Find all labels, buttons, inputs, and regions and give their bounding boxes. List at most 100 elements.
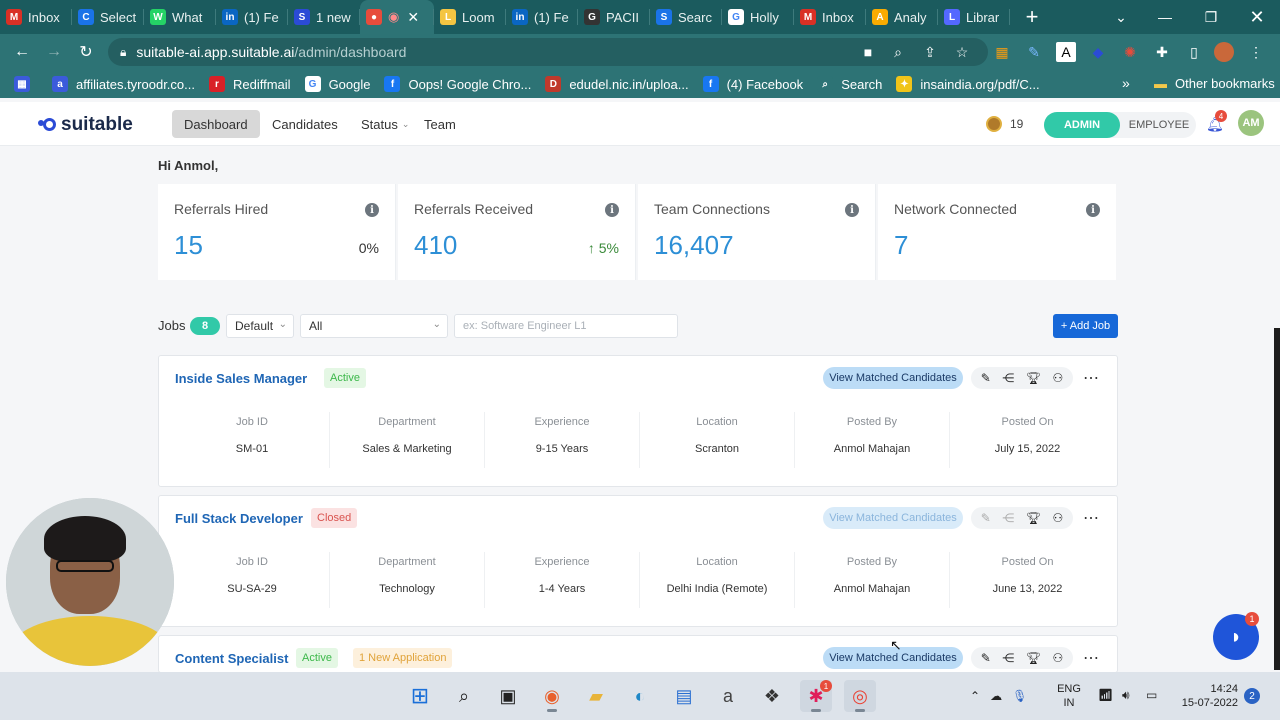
nav-status[interactable]: Status ⌄ bbox=[349, 110, 421, 138]
coins-balance[interactable]: 19 bbox=[986, 116, 1023, 132]
nav-dashboard[interactable]: Dashboard bbox=[172, 110, 260, 138]
apps-grid-icon[interactable]: ▦ bbox=[14, 76, 38, 92]
browser-tab[interactable]: G Holly bbox=[722, 0, 794, 34]
dropbox-icon[interactable]: ❖ bbox=[756, 680, 788, 712]
trophy-icon[interactable]: 🏆︎ bbox=[1026, 651, 1041, 665]
share-icon[interactable]: ⋲ bbox=[1002, 371, 1014, 385]
reload-icon[interactable]: ↻ bbox=[70, 36, 102, 68]
nav-candidates[interactable]: Candidates bbox=[260, 110, 350, 138]
refer-user-icon[interactable]: ⚇ bbox=[1052, 511, 1063, 525]
volume-icon[interactable]: 🔊︎ bbox=[1122, 688, 1130, 703]
firefox-icon[interactable]: ◉ bbox=[536, 680, 568, 712]
trophy-icon[interactable]: 🏆︎ bbox=[1026, 511, 1041, 525]
extension-s-icon[interactable]: ◆ bbox=[1088, 42, 1108, 62]
slack-icon[interactable]: ✱ 1 bbox=[800, 680, 832, 712]
clock[interactable]: 14:24 15-07-2022 bbox=[1174, 682, 1238, 710]
browser-tab[interactable]: A Analy bbox=[866, 0, 938, 34]
forward-icon[interactable]: → bbox=[38, 36, 70, 68]
more-options-icon[interactable]: ⋯ bbox=[1083, 508, 1100, 528]
edit-icon[interactable]: ✎ bbox=[981, 651, 991, 665]
sort-select[interactable]: Default ⌄ bbox=[226, 314, 294, 338]
info-icon[interactable]: i bbox=[605, 203, 619, 217]
chrome-icon[interactable]: ◎ bbox=[844, 680, 876, 712]
bookmark-item[interactable]: ✦ insaindia.org/pdf/C... bbox=[896, 76, 1040, 92]
edit-icon[interactable]: ✎ bbox=[981, 371, 991, 385]
bookmark-item[interactable]: G Google bbox=[304, 76, 370, 92]
nav-team[interactable]: Team bbox=[412, 110, 468, 138]
zoom-icon[interactable]: ⌕ bbox=[888, 42, 908, 62]
suitable-logo[interactable]: suitable bbox=[38, 114, 133, 136]
job-title-link[interactable]: Content Specialist bbox=[175, 651, 288, 666]
other-bookmarks[interactable]: ▬ Other bookmarks bbox=[1154, 76, 1275, 91]
bookmark-star-icon[interactable]: ☆ bbox=[952, 42, 972, 62]
back-icon[interactable]: ← bbox=[6, 36, 38, 68]
trophy-icon[interactable]: 🏆︎ bbox=[1026, 371, 1041, 385]
bookmark-item[interactable]: ⌕ Search bbox=[817, 76, 882, 92]
tab-search-icon[interactable]: ⌄ bbox=[1098, 0, 1144, 34]
view-matched-candidates-button[interactable]: View Matched Candidates bbox=[823, 367, 963, 389]
language-indicator[interactable]: ENG IN bbox=[1055, 682, 1083, 710]
bookmark-item[interactable]: f Oops! Google Chro... bbox=[384, 76, 531, 92]
extension-orange-icon[interactable]: ▦ bbox=[992, 42, 1012, 62]
browser-tab[interactable]: L Librar bbox=[938, 0, 1010, 34]
new-tab-button[interactable]: + bbox=[1020, 4, 1044, 30]
role-admin-button[interactable]: ADMIN bbox=[1044, 112, 1120, 138]
tray-chevron-icon[interactable]: ⌃ bbox=[970, 689, 980, 703]
browser-tab[interactable]: W What bbox=[144, 0, 216, 34]
store-icon[interactable]: ▤ bbox=[668, 680, 700, 712]
browser-tab[interactable]: L Loom bbox=[434, 0, 506, 34]
more-options-icon[interactable]: ⋯ bbox=[1083, 648, 1100, 668]
job-search-input[interactable] bbox=[454, 314, 678, 338]
camera-icon[interactable]: ■ bbox=[858, 42, 878, 62]
share-icon[interactable]: ⋲ bbox=[1002, 511, 1014, 525]
refer-user-icon[interactable]: ⚇ bbox=[1052, 371, 1063, 385]
browser-tab[interactable]: C Select bbox=[72, 0, 144, 34]
info-icon[interactable]: i bbox=[845, 203, 859, 217]
browser-tab[interactable]: G PACII bbox=[578, 0, 650, 34]
browser-tab[interactable]: ● ◉ ✕ bbox=[360, 0, 434, 34]
windows-start-icon[interactable]: ⊞ bbox=[404, 680, 436, 712]
info-icon[interactable]: i bbox=[1086, 203, 1100, 217]
wifi-icon[interactable]: 📶︎ bbox=[1098, 688, 1113, 702]
chrome-menu-icon[interactable]: ⋮ bbox=[1246, 42, 1266, 62]
browser-tab[interactable]: S 1 new bbox=[288, 0, 360, 34]
job-title-link[interactable]: Inside Sales Manager bbox=[175, 371, 307, 386]
role-employee-button[interactable]: EMPLOYEE bbox=[1124, 112, 1194, 138]
browser-tab[interactable]: in (1) Fe bbox=[216, 0, 288, 34]
refer-user-icon[interactable]: ⚇ bbox=[1052, 651, 1063, 665]
side-panel-icon[interactable]: ▯ bbox=[1184, 42, 1204, 62]
notification-count-badge[interactable]: 2 bbox=[1244, 688, 1260, 704]
file-explorer-icon[interactable]: ▰ bbox=[580, 680, 612, 712]
extension-record-icon[interactable]: ✺ bbox=[1120, 42, 1140, 62]
user-avatar[interactable]: AM bbox=[1238, 110, 1264, 136]
bookmark-item[interactable]: Dedudel.nic.in/uploa... bbox=[545, 76, 689, 92]
more-options-icon[interactable]: ⋯ bbox=[1083, 368, 1100, 388]
edge-icon[interactable]: ◐ bbox=[624, 680, 656, 712]
onedrive-icon[interactable]: ☁ bbox=[990, 689, 1002, 703]
battery-icon[interactable]: ▭ bbox=[1146, 688, 1157, 702]
close-window-icon[interactable]: ✕ bbox=[1234, 0, 1280, 34]
bookmark-item[interactable]: r Rediffmail bbox=[209, 76, 291, 92]
profile-avatar-icon[interactable] bbox=[1214, 42, 1234, 62]
microphone-icon[interactable]: 🎙︎ bbox=[1012, 689, 1027, 703]
browser-tab[interactable]: in (1) Fe bbox=[506, 0, 578, 34]
browser-tab[interactable]: M Inbox bbox=[0, 0, 72, 34]
extension-pen-icon[interactable]: ✎ bbox=[1024, 42, 1044, 62]
amazon-icon[interactable]: a bbox=[712, 680, 744, 712]
chat-support-button[interactable]: ◗ 1 bbox=[1213, 612, 1259, 660]
browser-tab[interactable]: M Inbox bbox=[794, 0, 866, 34]
scrollbar[interactable] bbox=[1274, 328, 1280, 670]
share-icon[interactable]: ⋲ bbox=[1002, 651, 1014, 665]
bookmark-item[interactable]: a affiliates.tyroodr.co... bbox=[52, 76, 195, 92]
new-application-badge[interactable]: 1 New Application bbox=[353, 648, 453, 668]
task-view-icon[interactable]: ▣ bbox=[492, 680, 524, 712]
more-bookmarks-icon[interactable]: » bbox=[1122, 75, 1130, 91]
restore-icon[interactable]: ❐ bbox=[1188, 0, 1234, 34]
info-icon[interactable]: i bbox=[365, 203, 379, 217]
job-title-link[interactable]: Full Stack Developer bbox=[175, 511, 303, 526]
extension-a-icon[interactable]: A bbox=[1056, 42, 1076, 62]
filter-select[interactable]: All ⌄ bbox=[300, 314, 448, 338]
edit-icon[interactable]: ✎ bbox=[981, 511, 991, 525]
notification-bell-icon[interactable]: 🔔︎ 4 bbox=[1206, 110, 1227, 134]
address-bar[interactable]: 🔒︎ suitable-ai.app.suitable.ai/admin/das… bbox=[108, 38, 988, 66]
